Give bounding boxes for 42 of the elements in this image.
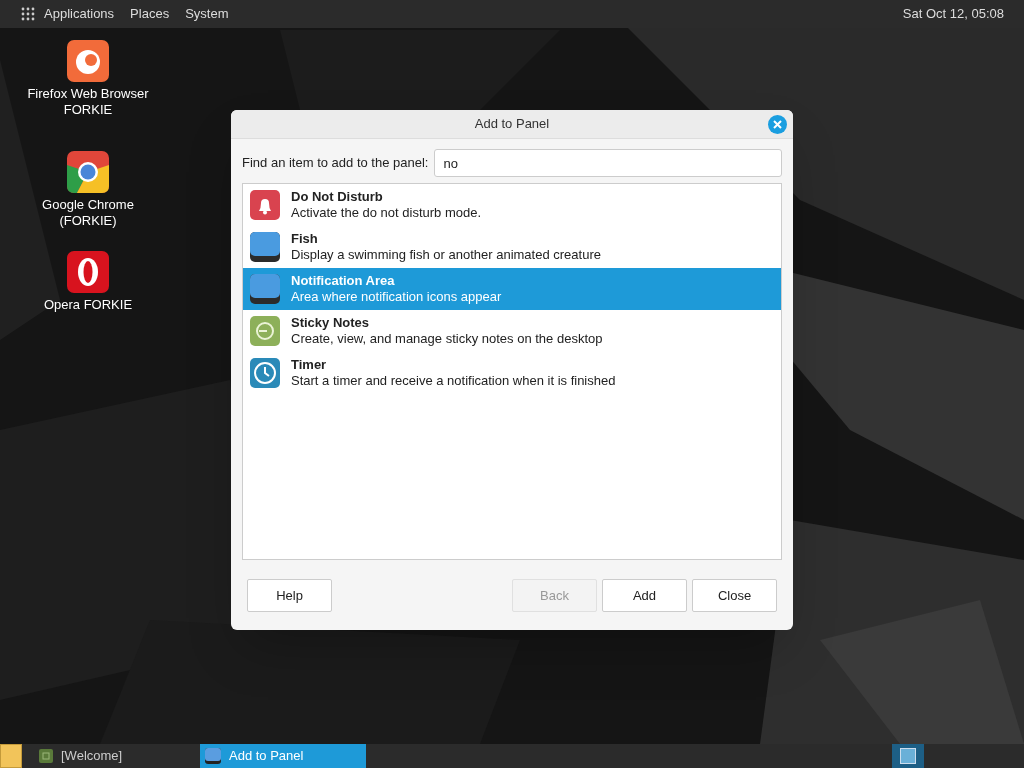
window-icon [205,748,221,764]
menu-item[interactable]: Applications [44,4,115,24]
taskbar-button[interactable]: [Welcome] [36,744,180,768]
app-icon [67,40,109,82]
item-description: Display a swimming fish or another animated creature [291,247,601,263]
search-label: Find an item to add to the panel: [242,154,429,173]
list-item[interactable]: Timer Start a timer and receive a notification when it is finished [243,352,781,394]
panel-icon [250,232,280,262]
workspace-icon [900,748,916,764]
dialog-button[interactable]: Help [247,579,332,612]
item-name: Notification Area [291,273,396,289]
icon-label[interactable]: Google Chrome (FORKIE) [23,197,153,229]
window-icon [39,749,53,763]
item-description: Create, view, and manage sticky notes on the desktop [291,331,603,347]
icon-label[interactable]: Opera FORKIE [23,297,153,313]
menu-item[interactable]: Places [130,4,170,24]
grid-icon[interactable] [20,6,36,22]
app-icon [67,151,109,193]
dialog-button[interactable]: Close [692,579,777,612]
panel-icon [250,274,280,304]
item-description: Area where notification icons appear [291,289,502,305]
menu-item[interactable]: System [185,4,229,24]
item-description: Activate the do not disturb mode. [291,205,482,221]
list-item[interactable]: Fish Display a swimming fish or another animated creature [243,226,781,268]
item-name: Do Not Disturb [291,189,384,205]
item-name: Timer [291,357,328,373]
sticky-note-icon [250,316,280,346]
bell-icon [250,190,280,220]
window-title: Add to Panel [474,115,550,134]
app-icon [67,251,109,293]
workspace-button[interactable] [892,744,924,768]
list-item[interactable]: Do Not Disturb Activate the do not disturb mode. [243,184,781,226]
dialog-button[interactable]: Add [602,579,687,612]
item-name: Fish [291,231,319,247]
clock-icon [250,358,280,388]
list-item[interactable]: Sticky Notes Create, view, and manage sticky notes on the desktop [243,310,781,352]
item-name: Sticky Notes [291,315,371,331]
icon-label[interactable]: Firefox Web Browser FORKIE [23,86,153,118]
close-icon[interactable] [768,115,787,134]
item-description: Start a timer and receive a notification when it is finished [291,373,616,389]
clock[interactable]: Sat Oct 12, 05:08 [902,4,1004,24]
search-field[interactable]: no [434,149,782,177]
